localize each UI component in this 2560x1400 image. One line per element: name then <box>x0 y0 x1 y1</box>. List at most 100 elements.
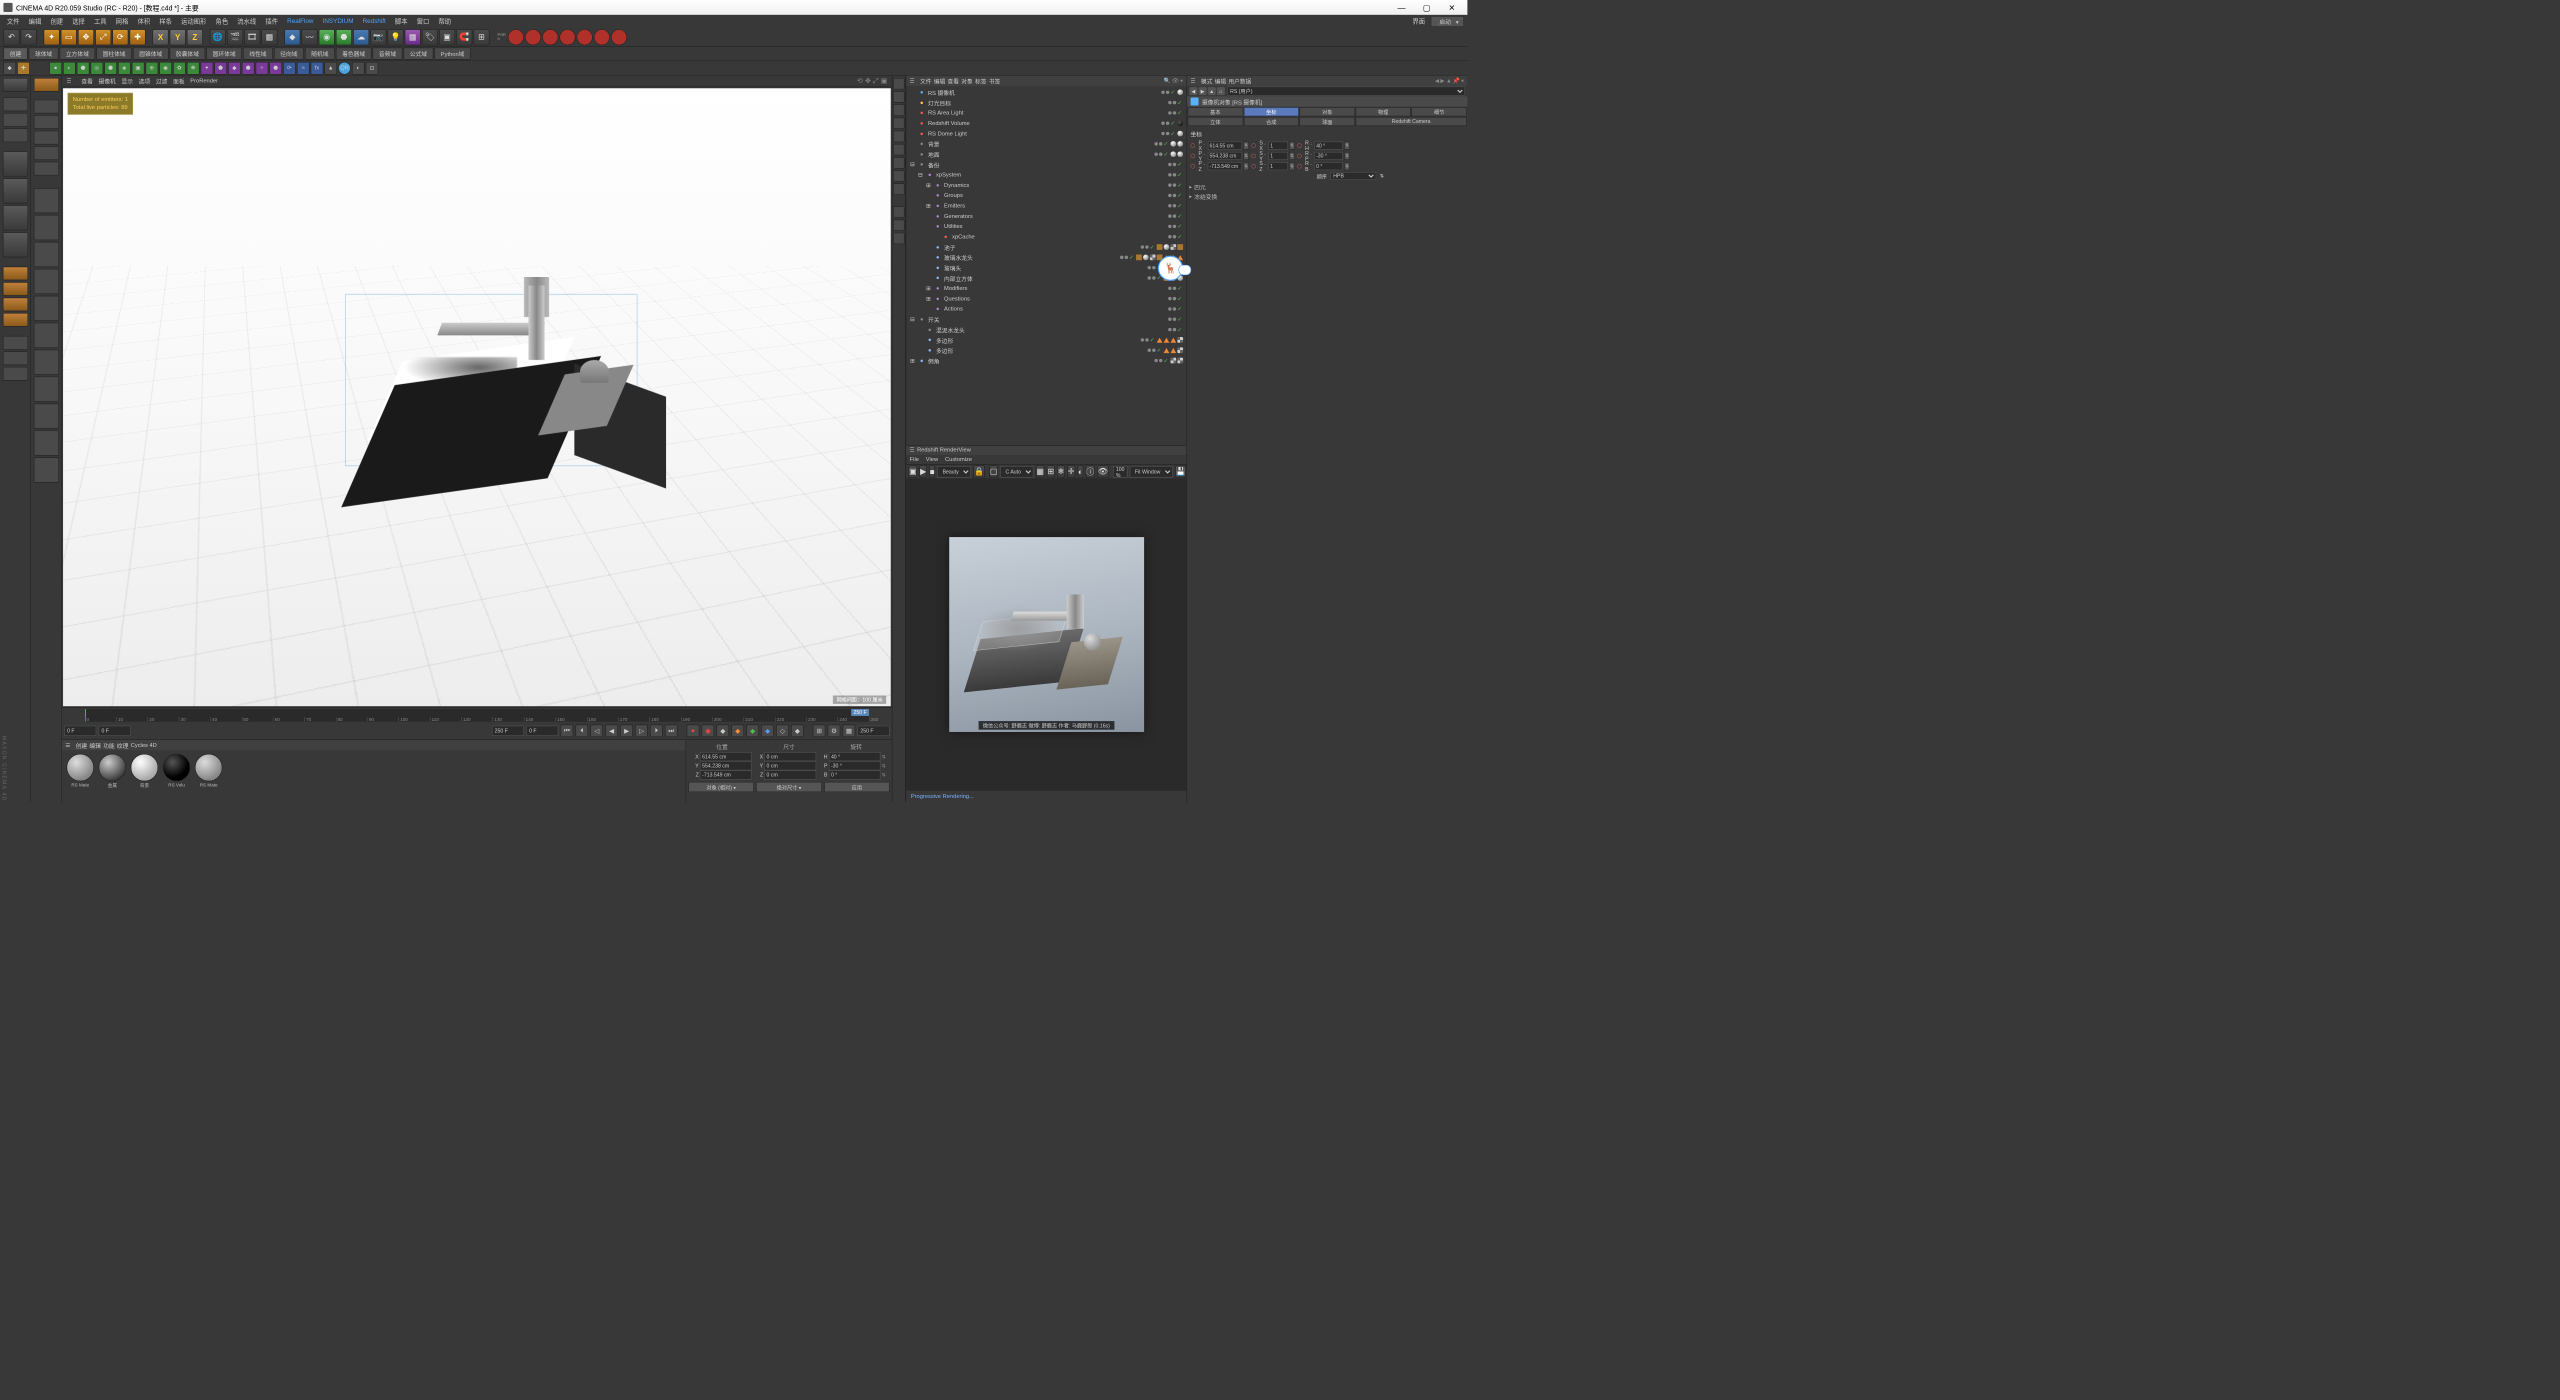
attr-nav-back[interactable]: ◀ <box>1435 78 1439 84</box>
object-tree[interactable]: ● RS 摄像机 ✓ ● 灯光目标 ✓ ● RS Area Light ✓ ● … <box>906 86 1186 445</box>
attr-input[interactable] <box>1314 162 1343 170</box>
object-tags[interactable]: ✓ <box>1161 131 1183 137</box>
attr-input[interactable] <box>1268 162 1287 170</box>
gen-21[interactable]: ≈ <box>297 62 310 75</box>
tree-expand-icon[interactable]: ⊞ <box>926 285 932 291</box>
rv-fit-select[interactable]: Fit Window <box>1130 466 1173 477</box>
tool-a3[interactable] <box>34 131 59 145</box>
tree-expand-icon[interactable]: ⊟ <box>910 161 916 167</box>
vp-nav-icon[interactable]: ✥ <box>865 77 871 86</box>
timeline-current-field[interactable] <box>526 726 558 736</box>
redo-button[interactable]: ↷ <box>21 29 37 45</box>
key-pos-toggle[interactable]: ◆ <box>731 725 744 738</box>
point-mode-button[interactable] <box>3 178 28 203</box>
attr-group-quaternion[interactable]: 四元 <box>1187 182 1467 191</box>
attr-input[interactable] <box>1314 152 1343 160</box>
timeline-endframe-field[interactable] <box>492 726 524 736</box>
coord-system-button[interactable]: 🌐 <box>210 29 226 45</box>
coord-input[interactable] <box>829 770 881 779</box>
rec-1[interactable] <box>508 29 524 45</box>
tree-expand-icon[interactable]: ⊞ <box>910 357 916 363</box>
attr-input[interactable] <box>1314 142 1343 150</box>
quantize-button[interactable] <box>3 313 28 327</box>
tool-b6[interactable] <box>34 323 59 348</box>
menu-insydium[interactable]: INSYDIUM <box>319 17 357 26</box>
tree-expand-icon[interactable]: ⊞ <box>926 295 932 301</box>
goto-end-button[interactable]: ⏭ <box>665 725 678 738</box>
rv-stop-button[interactable]: ■ <box>929 465 935 478</box>
tl-opt-3[interactable]: ▦ <box>843 725 856 738</box>
attr-tab-stereo[interactable]: 立体 <box>1188 117 1243 126</box>
menu-redshift[interactable]: Redshift <box>359 17 389 26</box>
tool-b4[interactable] <box>34 269 59 294</box>
rv-render-button[interactable]: ▣ <box>909 465 918 478</box>
rv-snap-button[interactable]: ▦ <box>1036 465 1045 478</box>
object-tree-item[interactable]: ⊞ ● Questions ✓ <box>907 293 1185 303</box>
record-button[interactable]: ● <box>687 725 700 738</box>
attr-group-frozen[interactable]: 冻结变换 <box>1187 191 1467 200</box>
tool-b9[interactable] <box>34 404 59 429</box>
tool-b7[interactable] <box>34 350 59 375</box>
attr-tab-physical[interactable]: 物理 <box>1356 107 1411 116</box>
tab-cylinder-field[interactable]: 圆柱体域 <box>96 48 132 60</box>
object-tree-item[interactable]: ● RS Area Light ✓ <box>907 108 1185 118</box>
attr-input[interactable] <box>1208 162 1242 170</box>
attr-rot-order-select[interactable]: HPB <box>1330 172 1376 180</box>
prev-key-button[interactable]: ◁ <box>590 725 603 738</box>
object-tags[interactable]: ✓ <box>1168 193 1183 199</box>
rstrip-12[interactable] <box>893 233 904 244</box>
spline-button[interactable]: 〰 <box>302 29 318 45</box>
gen-20[interactable]: ⟳ <box>283 62 296 75</box>
primitive-button[interactable]: ◆ <box>284 29 300 45</box>
gen-23[interactable]: ▲ <box>324 62 337 75</box>
object-tree-item[interactable]: ● 灯光目标 ✓ <box>907 97 1185 107</box>
object-tags[interactable]: ✓ <box>1168 296 1183 302</box>
object-tags[interactable]: ✓ <box>1168 213 1183 219</box>
key-scale-toggle[interactable]: ◆ <box>746 725 759 738</box>
tool-a5[interactable] <box>34 162 59 176</box>
texture-mode-button[interactable] <box>3 113 28 127</box>
gen-3[interactable]: ● <box>49 62 62 75</box>
deformer-button[interactable]: ⬣ <box>336 29 352 45</box>
tool-b11[interactable] <box>34 457 59 482</box>
rec-2[interactable] <box>525 29 541 45</box>
rstrip-8[interactable] <box>893 170 904 181</box>
rv-eye-button[interactable]: 👁 <box>1097 465 1108 478</box>
gen-8[interactable]: ◈ <box>118 62 131 75</box>
object-tags[interactable]: ✓ <box>1161 89 1183 95</box>
object-tags[interactable]: ✓ <box>1168 306 1183 312</box>
tree-expand-icon[interactable]: ⊞ <box>926 203 932 209</box>
vp-nav-icon[interactable]: ▣ <box>881 77 888 86</box>
object-tree-item[interactable]: ⊞ ● Emitters ✓ <box>907 201 1185 211</box>
vp-menu-filter[interactable]: 过滤 <box>156 77 167 86</box>
menu-character[interactable]: 角色 <box>212 15 231 26</box>
generator-button[interactable]: ◉ <box>319 29 335 45</box>
attr-tab-rscamera[interactable]: Redshift Camera <box>1356 117 1467 126</box>
tab-radial-field[interactable]: 径向域 <box>274 48 304 60</box>
attr-pin-icon[interactable]: 📌 <box>1453 78 1460 84</box>
rstrip-2[interactable] <box>893 91 904 102</box>
om-tab-edit[interactable]: 编辑 <box>934 77 945 86</box>
timeline-start-field[interactable] <box>64 726 96 736</box>
z-axis-toggle[interactable]: Z <box>187 29 203 45</box>
om-eye-icon[interactable]: 👁 <box>1172 78 1179 84</box>
gen-6[interactable]: ◎ <box>91 62 104 75</box>
timeline-end-field[interactable] <box>858 726 890 736</box>
tl-opt-2[interactable]: ⚙ <box>828 725 841 738</box>
tool-a1[interactable] <box>34 100 59 114</box>
tool-b5[interactable] <box>34 296 59 321</box>
object-tags[interactable]: ✓ <box>1168 285 1183 291</box>
gen-13[interactable]: ❋ <box>187 62 200 75</box>
object-tree-item[interactable]: ● 地面 ✓ <box>907 149 1185 159</box>
mat-tab-function[interactable]: 功能 <box>103 741 114 750</box>
menu-create[interactable]: 创建 <box>47 15 66 26</box>
model-mode-button[interactable] <box>3 97 28 111</box>
rec-7[interactable] <box>611 29 627 45</box>
menu-help[interactable]: 帮助 <box>435 15 454 26</box>
menu-script[interactable]: 脚本 <box>391 15 410 26</box>
mat-tab-texture[interactable]: 纹理 <box>117 741 128 750</box>
tab-capsule-field[interactable]: 胶囊体域 <box>170 48 206 60</box>
left-misc-2[interactable] <box>3 351 28 365</box>
attr-mode-select[interactable]: RS (用户) <box>1227 87 1465 96</box>
om-menu-icon[interactable]: ▾ <box>1180 78 1183 84</box>
